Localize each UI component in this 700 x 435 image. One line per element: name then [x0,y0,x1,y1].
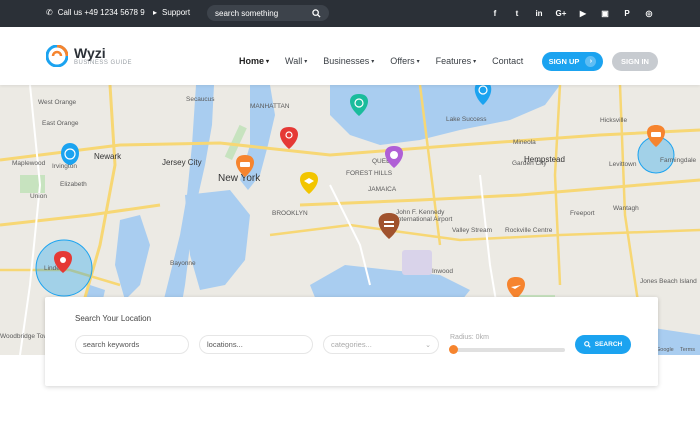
nav-contact-label: Contact [492,56,524,66]
nav-businesses-label: Businesses [323,56,370,66]
map-marker-clock[interactable] [350,94,368,116]
phone-link[interactable]: ✆ Call us +49 1234 5678 9 [46,8,145,17]
support-label: Support [162,8,191,17]
arrow-right-icon: › [585,56,597,67]
facebook-icon[interactable]: f [484,0,506,27]
map-marker-plane[interactable] [507,277,525,299]
map-marker-lightbulb[interactable] [280,127,298,149]
twitter-icon[interactable]: t [506,0,528,27]
locations-placeholder: locations... [207,340,243,349]
brand-name: Wyzi [74,45,106,61]
search-button-label: SEARCH [594,341,623,348]
radius-slider[interactable] [449,345,565,354]
top-search-input[interactable]: search something [207,5,329,21]
signin-button[interactable]: SIGN IN [612,52,658,71]
signin-label: SIGN IN [621,57,649,66]
chevron-right-icon: ▸ [153,8,158,17]
signup-button[interactable]: SIGN UP › [542,52,603,71]
flickr-icon[interactable]: ▣ [594,0,616,27]
pinterest-icon[interactable]: P [616,0,638,27]
map-marker-gas[interactable] [54,251,72,273]
search-panel: Search Your Location search keywords loc… [45,297,658,386]
nav-features[interactable]: Features ▾ [436,56,477,66]
brand-tagline: BUSINESS GUIDE [74,60,133,66]
radius-slider-handle[interactable] [449,345,458,354]
phone-label: Call us +49 1234 5678 9 [57,8,145,17]
map-marker-burger[interactable] [378,213,400,239]
chevron-down-icon: ⌄ [425,341,431,349]
support-link[interactable]: ▸ Support [153,8,190,17]
nav-contact[interactable]: Contact [492,56,523,66]
signup-label: SIGN UP [548,57,580,66]
locations-input[interactable]: locations... [199,335,313,354]
caret-down-icon: ▾ [266,58,270,65]
nav-home[interactable]: Home ▾ [239,56,269,66]
youtube-icon[interactable]: ▶ [572,0,594,27]
nav-businesses[interactable]: Businesses ▾ [323,56,374,66]
top-bar: ✆ Call us +49 1234 5678 9 ▸ Support sear… [0,0,700,27]
categories-placeholder: categories... [331,340,372,349]
caret-down-icon: ▾ [473,58,477,65]
main-nav: Home ▾ Wall ▾ Businesses ▾ Offers ▾ Features… [239,56,539,66]
linkedin-icon[interactable]: in [528,0,550,27]
map-marker-car[interactable] [236,155,254,177]
map-marker-graduation[interactable] [300,172,318,194]
search-icon[interactable] [312,8,321,18]
search-panel-title: Search Your Location [75,314,152,323]
map-marker-taxi[interactable] [647,125,665,147]
map-marker-globe[interactable] [61,143,79,165]
keywords-placeholder: search keywords [83,340,140,349]
logo-icon [46,45,68,67]
map-marker-globe-2[interactable] [474,85,492,105]
nav-wall[interactable]: Wall ▾ [285,56,307,66]
caret-down-icon: ▾ [371,58,375,65]
map-marker-palette[interactable] [385,146,403,168]
nav-offers[interactable]: Offers ▾ [390,56,419,66]
nav-offers-label: Offers [390,56,415,66]
phone-icon: ✆ [46,8,53,17]
social-links: f t in G+ ▶ ▣ P ◎ [484,0,660,27]
instagram-icon[interactable]: ◎ [638,0,660,27]
nav-features-label: Features [435,56,472,66]
keywords-input[interactable]: search keywords [75,335,189,354]
google-plus-icon[interactable]: G+ [550,0,572,27]
caret-down-icon: ▾ [304,58,308,65]
brand-logo[interactable]: Wyzi BUSINESS GUIDE [46,45,132,67]
radius-label: Radius: 0km [450,334,489,341]
nav-wall-label: Wall [285,56,303,66]
caret-down-icon: ▾ [416,58,420,65]
nav-home-label: Home [239,56,265,66]
search-icon [583,341,591,348]
top-search-placeholder: search something [215,8,279,18]
categories-select[interactable]: categories... ⌄ [323,335,439,354]
search-button[interactable]: SEARCH [575,335,631,354]
